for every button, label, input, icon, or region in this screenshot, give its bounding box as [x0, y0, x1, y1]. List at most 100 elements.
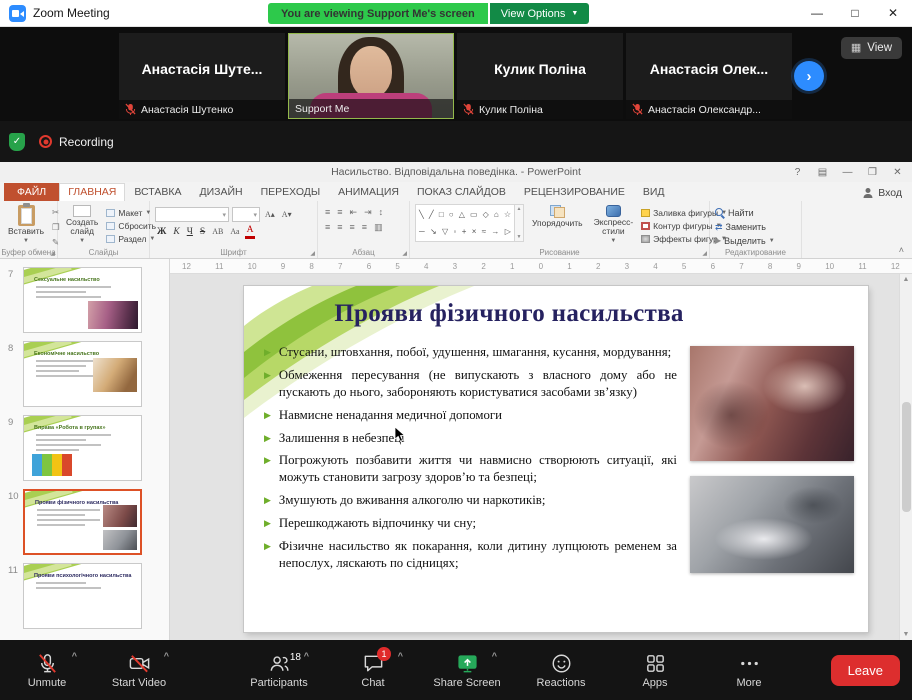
align-right-icon[interactable]: ≡ [348, 222, 357, 233]
view-options-button[interactable]: View Options ▼ [490, 3, 590, 24]
participant-tile-support-me-video[interactable]: Support Me [288, 33, 454, 119]
shape-plus-icon[interactable]: + [462, 228, 467, 236]
underline-button[interactable]: Ч [185, 227, 195, 238]
reset-button[interactable]: Сбросить [106, 221, 156, 231]
justify-icon[interactable]: ≡ [360, 222, 369, 233]
decrease-indent-icon[interactable]: ⇤ [348, 207, 360, 218]
shape-pent-icon[interactable]: ▷ [505, 228, 511, 236]
shapes-scrollbar[interactable]: ▲▼ [515, 204, 524, 242]
shape-rect-icon[interactable]: □ [439, 211, 444, 219]
quick-styles-button[interactable]: Экспресс-стили ▼ [591, 204, 637, 246]
chevron-up-icon[interactable]: ^ [304, 652, 309, 661]
shape-line2-icon[interactable]: ╱ [429, 211, 434, 219]
shape-wave-icon[interactable]: ≈ [482, 228, 486, 236]
minimize-button[interactable]: — [798, 0, 836, 26]
shape-triangle-icon[interactable]: △ [459, 211, 465, 219]
shape-tri-down-icon[interactable]: ▽ [442, 228, 448, 236]
numbering-icon[interactable]: ≡ [335, 207, 344, 218]
slide-thumbnail-7[interactable]: 7 Сексуальне насильство [8, 267, 165, 333]
scroll-down-icon[interactable]: ▼ [903, 631, 910, 638]
slide-thumbnail-11[interactable]: 11 Прояви психологічного насильства [8, 563, 165, 629]
increase-indent-icon[interactable]: ⇥ [362, 207, 374, 218]
security-shield-icon[interactable]: ✓ [9, 133, 25, 151]
participant-tile-4[interactable]: Анастасія Олек... Анастасія Олександр... [626, 33, 792, 119]
shape-x-icon[interactable]: × [472, 228, 477, 236]
dialog-launcher-icon[interactable]: ◢ [310, 250, 315, 257]
shape-rect2-icon[interactable]: ▭ [470, 211, 478, 219]
ribbon-tab[interactable]: ВСТАВКА [125, 183, 190, 201]
dialog-launcher-icon[interactable]: ◢ [402, 250, 407, 257]
arrange-button[interactable]: Упорядочить [529, 204, 586, 246]
shape-oval-icon[interactable]: ○ [449, 211, 454, 219]
dialog-launcher-icon[interactable]: ◢ [50, 250, 55, 257]
ribbon-tab[interactable]: РЕЦЕНЗИРОВАНИЕ [515, 183, 634, 201]
shape-home-icon[interactable]: ⌂ [494, 211, 499, 219]
close-button[interactable]: ✕ [874, 0, 912, 26]
align-center-icon[interactable]: ≡ [335, 222, 344, 233]
ppt-minimize-button[interactable]: — [835, 162, 860, 182]
ppt-close-button[interactable]: ✕ [885, 162, 910, 182]
reactions-button[interactable]: Reactions [526, 652, 596, 689]
more-button[interactable]: More [714, 652, 784, 689]
start-video-button[interactable]: ^ Start Video [104, 652, 174, 689]
new-slide-button[interactable]: Создать слайд ▼ [63, 204, 101, 246]
replace-button[interactable]: ⇄Заменить [715, 222, 775, 232]
char-spacing-button[interactable]: АВ [210, 227, 225, 237]
bold-button[interactable]: Ж [155, 227, 168, 238]
leave-meeting-button[interactable]: Leave [831, 655, 900, 686]
shape-arrow-icon[interactable]: ↘ [430, 228, 437, 236]
section-button[interactable]: Раздел▼ [106, 234, 156, 244]
ribbon-tab[interactable]: ПЕРЕХОДЫ [252, 183, 330, 201]
shape-star-icon[interactable]: ☆ [504, 211, 511, 219]
font-size-combo[interactable]: ▾ [232, 207, 260, 222]
font-name-combo[interactable]: ▾ [155, 207, 229, 222]
shape-dot-icon[interactable]: ◦ [454, 228, 457, 236]
layout-button[interactable]: Макет▼ [106, 208, 156, 218]
scroll-up-icon[interactable]: ▲ [903, 276, 910, 283]
slide-thumbnail-10-selected[interactable]: 10 Прояви фізичного насильства [8, 489, 165, 555]
bullets-icon[interactable]: ≡ [323, 207, 332, 218]
ribbon-tab[interactable]: АНИМАЦИЯ [329, 183, 408, 201]
apps-button[interactable]: Apps [620, 652, 690, 689]
signin-button[interactable]: Вход [853, 187, 912, 201]
view-layout-button[interactable]: ▦ View [841, 37, 902, 59]
ribbon-tab[interactable]: ВИД [634, 183, 674, 201]
slide-thumbnail-9[interactable]: 9 Вправа «Робота в групах» [8, 415, 165, 481]
maximize-button[interactable]: □ [836, 0, 874, 26]
collapse-ribbon-icon[interactable]: ˄ [899, 245, 904, 255]
unmute-button[interactable]: ^ Unmute [12, 652, 82, 689]
participant-tile-1[interactable]: Анастасія Шуте... Анастасія Шутенко [119, 33, 285, 119]
current-slide[interactable]: Прояви фізичного насильства ▶ Стусани, ш… [244, 286, 868, 632]
ppt-restore-button[interactable]: ❐ [860, 162, 885, 182]
dialog-launcher-icon[interactable]: ◢ [702, 250, 707, 257]
slide-bullet-list[interactable]: ▶ Стусани, штовхання, побої, удушення, ш… [264, 344, 677, 578]
align-left-icon[interactable]: ≡ [323, 222, 332, 233]
chevron-up-icon[interactable]: ^ [72, 652, 77, 661]
shape-line-icon[interactable]: ╲ [419, 211, 424, 219]
slide-thumbnail-8[interactable]: 8 Економічне насильство [8, 341, 165, 407]
participant-tile-3[interactable]: Кулик Поліна Кулик Поліна [457, 33, 623, 119]
line-spacing-icon[interactable]: ↕ [377, 207, 386, 218]
chevron-up-icon[interactable]: ^ [398, 652, 403, 661]
shape-diamond-icon[interactable]: ◇ [483, 211, 489, 219]
ribbon-tab[interactable]: ФАЙЛ [4, 183, 59, 201]
italic-button[interactable]: К [171, 227, 181, 238]
chevron-up-icon[interactable]: ^ [492, 652, 497, 661]
ribbon-options-button[interactable]: ▤ [810, 162, 835, 182]
share-screen-button[interactable]: ^ Share Screen [432, 652, 502, 689]
select-button[interactable]: ▶Выделить▼ [715, 236, 775, 246]
slide-title[interactable]: Прояви фізичного насильства [270, 300, 748, 328]
change-case-button[interactable]: Аа [228, 227, 241, 237]
help-button[interactable]: ? [785, 162, 810, 182]
next-participants-button[interactable]: › [794, 61, 824, 91]
columns-icon[interactable]: ▥ [372, 222, 385, 233]
font-color-button[interactable]: А [245, 226, 256, 239]
scrollbar-thumb[interactable] [902, 402, 911, 512]
chevron-up-icon[interactable]: ^ [164, 652, 169, 661]
strikethrough-button[interactable]: S [198, 227, 207, 238]
shape-larrow-icon[interactable]: → [491, 228, 499, 236]
shrink-font-button[interactable]: А▾ [280, 210, 294, 220]
shape-hline-icon[interactable]: ─ [419, 228, 425, 236]
participants-button[interactable]: 18 ^ Participants [244, 652, 314, 689]
ribbon-tab[interactable]: ПОКАЗ СЛАЙДОВ [408, 183, 515, 201]
